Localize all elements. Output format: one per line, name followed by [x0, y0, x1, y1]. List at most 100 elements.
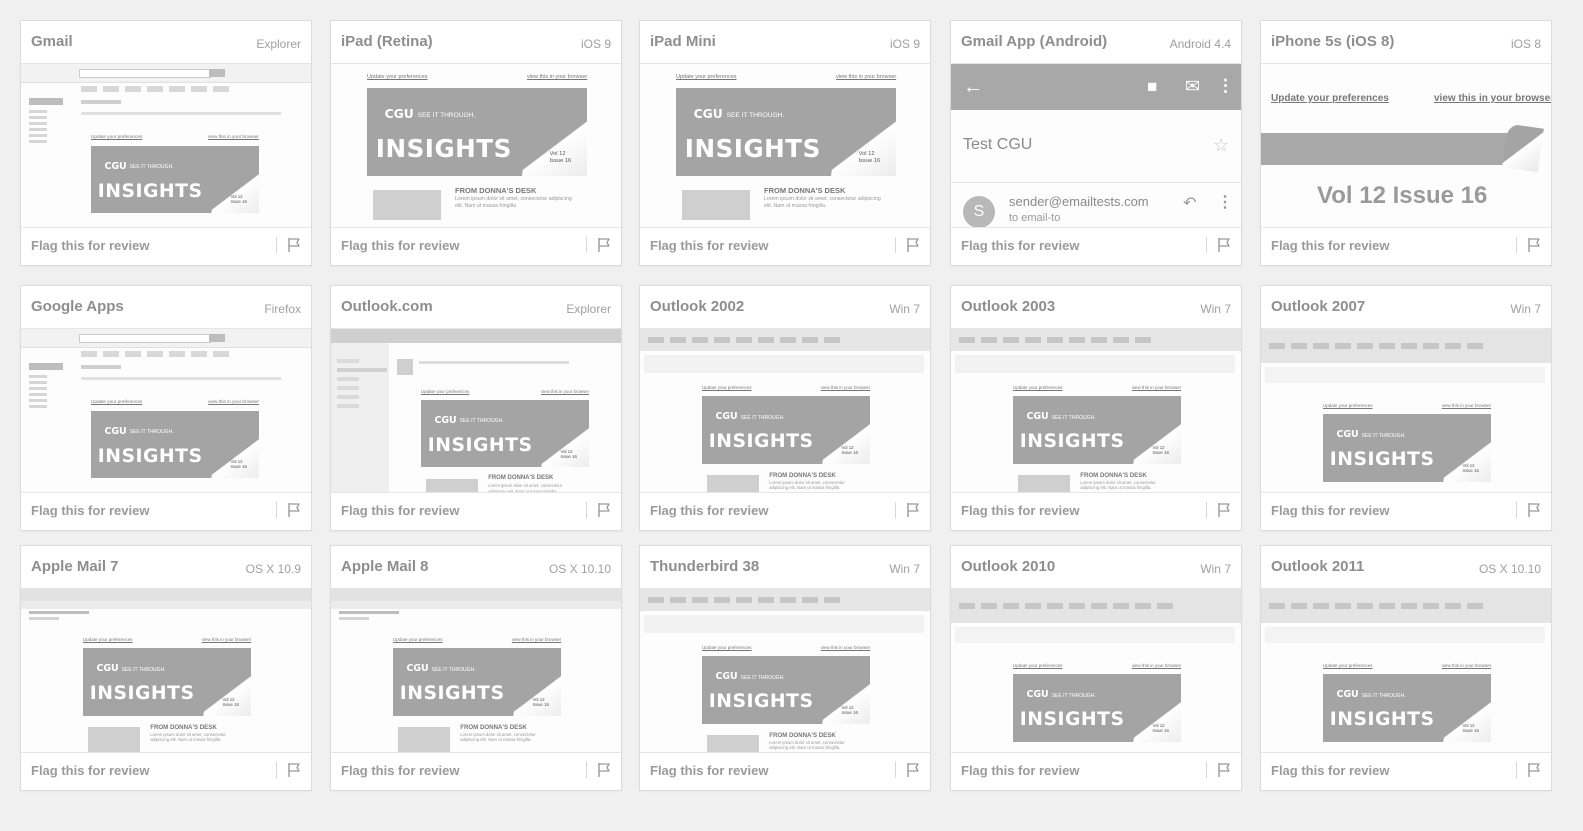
toolbar-button[interactable]	[147, 86, 163, 92]
client-card[interactable]: Gmail Explorer Update your preferences vi…	[20, 20, 312, 266]
toolbar-button[interactable]	[1091, 337, 1107, 343]
toolbar-button[interactable]	[1467, 343, 1483, 349]
sidebar-folder[interactable]	[29, 116, 47, 119]
toolbar-button[interactable]	[758, 337, 774, 343]
toolbar-button[interactable]	[1423, 343, 1439, 349]
update-preferences-link[interactable]: Update your preferences	[421, 389, 469, 394]
toolbar-button[interactable]	[648, 337, 664, 343]
toolbar-button[interactable]	[959, 603, 975, 609]
flag-for-review-link[interactable]: Flag this for review	[961, 238, 1079, 253]
flag-icon[interactable]	[287, 762, 301, 778]
sidebar-folder[interactable]	[29, 387, 47, 390]
search-box[interactable]	[79, 69, 211, 78]
toolbar-button[interactable]	[1047, 603, 1063, 609]
email-preview-thumbnail[interactable]: Update your preferences view this in your…	[21, 63, 311, 228]
toolbar-button[interactable]	[1379, 343, 1395, 349]
view-in-browser-link[interactable]: view this in your browser	[541, 389, 589, 394]
toolbar-button[interactable]	[1401, 343, 1417, 349]
flag-icon[interactable]	[597, 502, 611, 518]
toolbar-button[interactable]	[191, 86, 207, 92]
toolbar-button[interactable]	[1313, 603, 1329, 609]
client-card[interactable]: iPad Mini iOS 9 Update your preferences v…	[639, 20, 931, 266]
toolbar-button[interactable]	[125, 351, 141, 357]
email-preview-thumbnail[interactable]: Update your preferences view this in your…	[640, 588, 930, 753]
flag-icon[interactable]	[1217, 237, 1231, 253]
toolbar-button[interactable]	[1047, 337, 1063, 343]
update-preferences-link[interactable]: Update your preferences	[1323, 403, 1373, 408]
flag-for-review-link[interactable]: Flag this for review	[31, 238, 149, 253]
view-in-browser-link[interactable]: view this in your browser	[1132, 663, 1181, 668]
toolbar-button[interactable]	[959, 337, 975, 343]
toolbar-button[interactable]	[780, 597, 796, 603]
toolbar-button[interactable]	[1269, 603, 1285, 609]
email-preview-thumbnail[interactable]: Update your preferences view this in your…	[331, 588, 621, 753]
more-vert-icon[interactable]: ⋮	[1217, 192, 1233, 212]
update-preferences-link[interactable]: Update your preferences	[91, 399, 142, 404]
view-in-browser-link[interactable]: view this in your browser	[1442, 663, 1491, 668]
flag-icon[interactable]	[1527, 502, 1541, 518]
back-arrow-icon[interactable]: ←	[963, 76, 983, 99]
flag-for-review-link[interactable]: Flag this for review	[961, 763, 1079, 778]
delete-icon[interactable]: ■	[1147, 77, 1157, 97]
toolbar-button[interactable]	[1401, 603, 1417, 609]
email-preview-thumbnail[interactable]: Update your preferences view this in your…	[1261, 328, 1551, 493]
email-preview-thumbnail[interactable]: Update your preferences view this in your…	[1261, 63, 1551, 228]
toolbar-button[interactable]	[736, 337, 752, 343]
compose-button[interactable]	[29, 98, 63, 105]
toolbar-button[interactable]	[1113, 603, 1129, 609]
search-button[interactable]	[209, 69, 225, 77]
client-card[interactable]: Outlook 2011 OS X 10.10 Update your pref…	[1260, 545, 1552, 791]
view-in-browser-link[interactable]: view this in your browser	[1434, 93, 1551, 104]
update-preferences-link[interactable]: Update your preferences	[676, 74, 737, 80]
toolbar-button[interactable]	[1003, 337, 1019, 343]
flag-for-review-link[interactable]: Flag this for review	[650, 763, 768, 778]
email-preview-thumbnail[interactable]: Update your preferences view this in your…	[640, 328, 930, 493]
toolbar-button[interactable]	[1157, 603, 1173, 609]
flag-for-review-link[interactable]: Flag this for review	[650, 238, 768, 253]
toolbar-button[interactable]	[125, 86, 141, 92]
toolbar-button[interactable]	[1291, 603, 1307, 609]
email-preview-thumbnail[interactable]: Update your preferences view this in your…	[951, 328, 1241, 493]
flag-icon[interactable]	[1217, 762, 1231, 778]
toolbar-button[interactable]	[1069, 603, 1085, 609]
flag-icon[interactable]	[1527, 762, 1541, 778]
view-in-browser-link[interactable]: view this in your browser	[821, 645, 870, 650]
update-preferences-link[interactable]: Update your preferences	[1013, 663, 1063, 668]
client-card[interactable]: Outlook.com Explorer Update your prefere…	[330, 285, 622, 531]
toolbar-button[interactable]	[981, 603, 997, 609]
flag-for-review-link[interactable]: Flag this for review	[650, 503, 768, 518]
flag-icon[interactable]	[1217, 502, 1231, 518]
sidebar-folder[interactable]	[29, 140, 47, 143]
toolbar-button[interactable]	[692, 337, 708, 343]
client-card[interactable]: Gmail App (Android) Android 4.4 ← ■ ✉ ⋮ Test…	[950, 20, 1242, 266]
toolbar-button[interactable]	[103, 86, 119, 92]
toolbar-button[interactable]	[81, 86, 97, 92]
flag-icon[interactable]	[287, 237, 301, 253]
flag-for-review-link[interactable]: Flag this for review	[1271, 763, 1389, 778]
search-button[interactable]	[209, 334, 225, 342]
sidebar-folder[interactable]	[29, 381, 47, 384]
view-in-browser-link[interactable]: view this in your browser	[512, 637, 561, 642]
toolbar-button[interactable]	[169, 351, 185, 357]
flag-icon[interactable]	[906, 762, 920, 778]
toolbar-button[interactable]	[213, 351, 229, 357]
toolbar-button[interactable]	[714, 597, 730, 603]
toolbar-button[interactable]	[1467, 603, 1483, 609]
toolbar-button[interactable]	[1069, 337, 1085, 343]
update-preferences-link[interactable]: Update your preferences	[91, 134, 142, 139]
toolbar-button[interactable]	[1113, 337, 1129, 343]
view-in-browser-link[interactable]: view this in your browser	[1132, 385, 1181, 390]
toolbar-button[interactable]	[692, 597, 708, 603]
client-card[interactable]: iPad (Retina) iOS 9 Update your preferen…	[330, 20, 622, 266]
client-card[interactable]: Apple Mail 7 OS X 10.9 Update your prefe…	[20, 545, 312, 791]
email-preview-thumbnail[interactable]: Update your preferences view this in your…	[951, 588, 1241, 753]
update-preferences-link[interactable]: Update your preferences	[83, 637, 133, 642]
view-in-browser-link[interactable]: view this in your browser	[836, 74, 896, 80]
toolbar-button[interactable]	[1445, 603, 1461, 609]
client-card[interactable]: Outlook 2003 Win 7 Update your preferenc…	[950, 285, 1242, 531]
toolbar-button[interactable]	[670, 597, 686, 603]
email-preview-thumbnail[interactable]: ← ■ ✉ ⋮ Test CGU ☆ Ssender@emailtests.com to em…	[951, 63, 1241, 228]
sidebar-folder[interactable]	[29, 128, 47, 131]
update-preferences-link[interactable]: Update your preferences	[702, 645, 752, 650]
flag-icon[interactable]	[597, 237, 611, 253]
